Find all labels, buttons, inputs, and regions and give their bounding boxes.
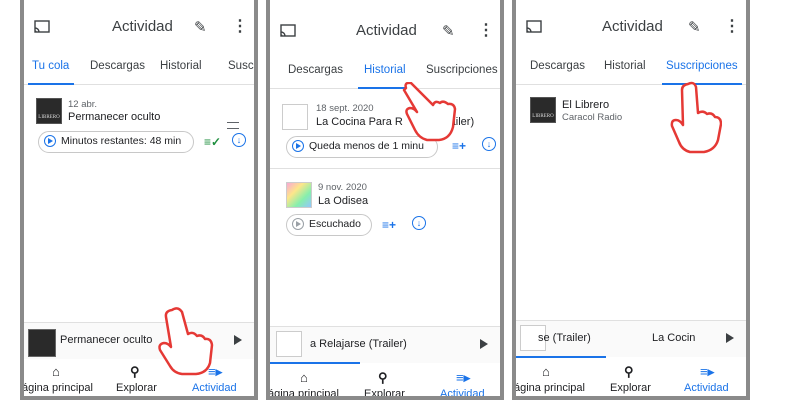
pencil-icon[interactable]: ✎ bbox=[442, 22, 455, 40]
episode-date: 9 nov. 2020 bbox=[318, 182, 367, 193]
mini-player-title: a Relajarse (Trailer) bbox=[310, 338, 407, 350]
played-check-icon bbox=[292, 218, 304, 230]
podcast-thumbnail: LIBRERO bbox=[530, 97, 556, 123]
episode-date: 18 sept. 2020 bbox=[316, 103, 374, 114]
podcast-thumbnail: LIBRERO bbox=[36, 98, 62, 124]
playback-progress bbox=[516, 356, 606, 358]
cast-icon[interactable] bbox=[526, 19, 542, 35]
more-vert-icon[interactable]: ⋮ bbox=[232, 16, 248, 36]
queued-check-icon[interactable]: ≡✓ bbox=[204, 136, 221, 148]
phone-screen-subscriptions: Actividad ✎ ⋮ Descargas Historial Suscri… bbox=[512, 0, 750, 400]
tab-bar: Descargas Historial Suscripciones bbox=[270, 60, 500, 89]
home-icon[interactable]: ⌂ bbox=[300, 370, 308, 385]
play-circle-icon bbox=[292, 140, 304, 152]
mini-player-thumbnail bbox=[28, 329, 56, 357]
pointing-hand-icon bbox=[402, 82, 457, 142]
activity-icon[interactable]: ≡▸ bbox=[456, 370, 470, 386]
page-title: Actividad bbox=[112, 18, 173, 35]
podcast-thumbnail bbox=[282, 104, 308, 130]
active-tab-indicator bbox=[28, 83, 74, 85]
tab-historial[interactable]: Historial bbox=[604, 60, 646, 72]
bottom-nav: ⌂ ágina principal ⚲ Explorar ≡▸ Activida… bbox=[516, 360, 746, 396]
tab-historial[interactable]: Historial bbox=[160, 60, 202, 72]
episode-title: La Odisea bbox=[318, 195, 369, 207]
tab-bar: Tu cola Descargas Historial Susc bbox=[24, 56, 254, 85]
cast-icon[interactable] bbox=[34, 19, 50, 35]
tab-suscripciones[interactable]: Suscripciones bbox=[666, 60, 738, 72]
divider bbox=[270, 168, 500, 169]
download-icon[interactable]: ↓ bbox=[482, 137, 496, 151]
tab-suscripciones[interactable]: Susc bbox=[228, 60, 254, 72]
mini-player[interactable]: a Relajarse (Trailer) bbox=[270, 326, 500, 364]
pencil-icon[interactable]: ✎ bbox=[688, 18, 701, 36]
tab-descargas[interactable]: Descargas bbox=[288, 64, 343, 76]
nav-activity-label[interactable]: Actividad bbox=[440, 388, 485, 396]
mini-player-thumbnail bbox=[276, 331, 302, 357]
mini-player-title: se (Trailer) bbox=[538, 332, 591, 344]
podcast-thumbnail bbox=[286, 182, 312, 208]
nav-explore-label[interactable]: Explorar bbox=[610, 382, 651, 394]
app-bar: Actividad ✎ ⋮ bbox=[270, 16, 500, 46]
activity-icon[interactable]: ≡▸ bbox=[700, 364, 714, 380]
pointing-hand-icon bbox=[670, 81, 722, 154]
search-icon[interactable]: ⚲ bbox=[378, 370, 388, 386]
app-bar: Actividad ✎ ⋮ bbox=[24, 12, 254, 42]
play-button[interactable]: Minutos restantes: 48 min bbox=[38, 131, 194, 153]
bottom-nav: ⌂ ágina principal ⚲ Explorar ≡▸ Activida… bbox=[24, 360, 254, 396]
episode-date: 12 abr. bbox=[68, 99, 98, 110]
page-title: Actividad bbox=[356, 22, 417, 39]
mini-player[interactable]: Permanecer oculto bbox=[24, 322, 254, 359]
playback-progress bbox=[270, 362, 360, 364]
download-icon[interactable]: ↓ bbox=[412, 216, 426, 230]
tab-tu-cola[interactable]: Tu cola bbox=[32, 60, 69, 72]
more-vert-icon[interactable]: ⋮ bbox=[724, 16, 740, 36]
add-to-queue-icon[interactable]: ≡+ bbox=[382, 219, 396, 231]
podcast-publisher: Caracol Radio bbox=[562, 112, 623, 123]
tab-descargas[interactable]: Descargas bbox=[530, 60, 585, 72]
search-icon[interactable]: ⚲ bbox=[130, 364, 140, 380]
nav-home-label[interactable]: ágina principal bbox=[516, 382, 585, 394]
played-button-label: Escuchado bbox=[309, 218, 361, 230]
play-icon[interactable] bbox=[480, 339, 488, 349]
drag-handle-icon[interactable] bbox=[227, 122, 239, 129]
nav-home-label[interactable]: ágina principal bbox=[270, 388, 339, 396]
nav-explore-label[interactable]: Explorar bbox=[116, 382, 157, 394]
pointing-hand-icon bbox=[158, 307, 214, 376]
cast-icon[interactable] bbox=[280, 23, 296, 39]
nav-activity-label[interactable]: Actividad bbox=[192, 382, 237, 394]
pencil-icon[interactable]: ✎ bbox=[194, 18, 207, 36]
mini-player[interactable]: se (Trailer) La Cocin bbox=[516, 320, 746, 358]
page-title: Actividad bbox=[602, 18, 663, 35]
episode-title: Permanecer oculto bbox=[68, 111, 161, 123]
play-icon[interactable] bbox=[726, 333, 734, 343]
mini-player-title-next: La Cocin bbox=[652, 332, 696, 344]
phone-screen-history: Actividad ✎ ⋮ Descargas Historial Suscri… bbox=[266, 0, 504, 400]
play-circle-icon bbox=[44, 135, 56, 147]
tab-suscripciones[interactable]: Suscripciones bbox=[426, 64, 498, 76]
mini-player-title: Permanecer oculto bbox=[60, 334, 153, 346]
app-bar: Actividad ✎ ⋮ bbox=[516, 12, 746, 42]
tab-historial[interactable]: Historial bbox=[364, 64, 406, 76]
search-icon[interactable]: ⚲ bbox=[624, 364, 634, 380]
play-icon[interactable] bbox=[234, 335, 242, 345]
home-icon[interactable]: ⌂ bbox=[542, 364, 550, 379]
episode-title: La Cocina Para R bbox=[316, 116, 403, 128]
nav-explore-label[interactable]: Explorar bbox=[364, 388, 405, 396]
phone-screen-queue: Actividad ✎ ⋮ Tu cola Descargas Historia… bbox=[20, 0, 258, 400]
nav-home-label[interactable]: ágina principal bbox=[24, 382, 93, 394]
podcast-title: El Librero bbox=[562, 99, 610, 111]
play-button-label: Minutos restantes: 48 min bbox=[61, 135, 182, 147]
bottom-nav: ⌂ ágina principal ⚲ Explorar ≡▸ Activida… bbox=[270, 366, 500, 396]
home-icon[interactable]: ⌂ bbox=[52, 364, 60, 379]
download-icon[interactable]: ↓ bbox=[232, 133, 246, 147]
tab-descargas[interactable]: Descargas bbox=[90, 60, 145, 72]
more-vert-icon[interactable]: ⋮ bbox=[478, 20, 494, 40]
played-button[interactable]: Escuchado bbox=[286, 214, 372, 236]
nav-activity-label[interactable]: Actividad bbox=[684, 382, 729, 394]
